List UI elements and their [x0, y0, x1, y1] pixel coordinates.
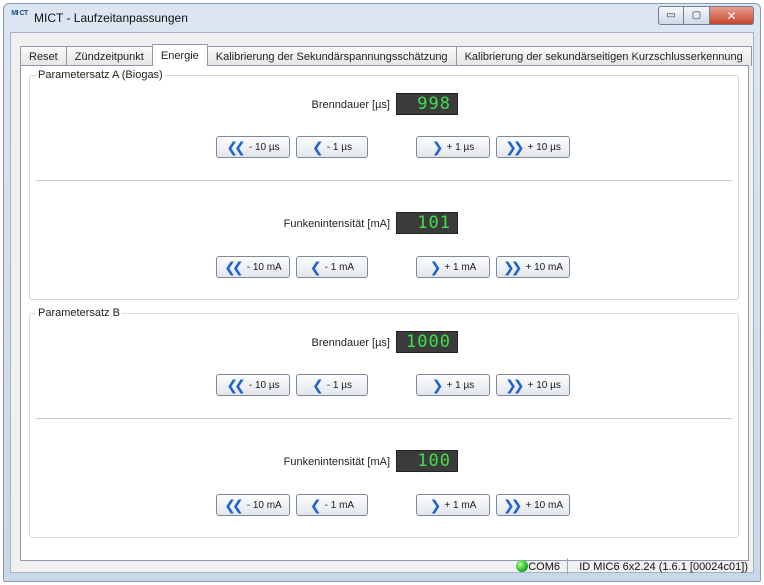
connection-status-icon	[516, 560, 528, 572]
group-b-separator	[36, 418, 732, 419]
button-label: + 10 µs	[527, 379, 561, 391]
group-a-title: Parametersatz A (Biogas)	[36, 69, 165, 81]
tab-kalibrierung-kurzschlusserkennung[interactable]: Kalibrierung der sekundärseitigen Kurzsc…	[455, 46, 752, 66]
chevron-right-icon: ❯	[429, 259, 442, 275]
chevron-left-icon: ❮	[312, 139, 324, 155]
button-label: + 10 mA	[525, 499, 563, 511]
button-label: - 1 mA	[324, 261, 355, 273]
button-label: + 10 mA	[525, 261, 563, 273]
group-parametersatz-a: Parametersatz A (Biogas) Brenndauer [µs]…	[29, 69, 739, 300]
funkenintensitaet-label-b: Funkenintensität [mA]	[283, 456, 390, 468]
chevron-right-icon: ❯	[431, 139, 444, 155]
group-b-title: Parametersatz B	[36, 307, 122, 319]
button-label: + 1 mA	[444, 499, 477, 511]
chevron-right-icon: ❯	[431, 377, 444, 393]
double-chevron-left-icon: ❮❮	[226, 377, 246, 393]
double-chevron-left-icon: ❮❮	[224, 497, 244, 513]
brenndauer-a-minus-1-button[interactable]: ❮ - 1 µs	[296, 136, 368, 158]
tab-reset[interactable]: Reset	[20, 46, 67, 66]
tab-panel-energie: Parametersatz A (Biogas) Brenndauer [µs]…	[20, 65, 749, 561]
button-label: - 10 µs	[248, 379, 280, 391]
maximize-button[interactable]: ▢	[684, 6, 710, 25]
chevron-left-icon: ❮	[312, 377, 324, 393]
minimize-button[interactable]: ▭	[658, 6, 684, 25]
minimize-icon: ▭	[666, 10, 676, 21]
brenndauer-label-b: Brenndauer [µs]	[311, 337, 391, 349]
brenndauer-a-minus-10-button[interactable]: ❮❮ - 10 µs	[216, 136, 290, 158]
tab-zuendzeitpunkt[interactable]: Zündzeitpunkt	[65, 46, 153, 66]
window-controls: ▭ ▢ ✕	[658, 6, 754, 25]
tab-bar: Reset Zündzeitpunkt Energie Kalibrierung…	[20, 44, 752, 66]
funkenintensitaet-label-a: Funkenintensität [mA]	[283, 218, 390, 230]
button-label: + 1 mA	[444, 261, 477, 273]
brenndauer-a-plus-1-button[interactable]: ❯ + 1 µs	[416, 136, 490, 158]
button-label: - 10 mA	[246, 499, 282, 511]
funkenintensitaet-display-b: 100	[396, 450, 458, 472]
button-label: - 1 µs	[326, 379, 352, 391]
brenndauer-display-a: 998	[396, 93, 458, 115]
tab-kalibrierung-sekundaerspannung[interactable]: Kalibrierung der Sekundärspannungsschätz…	[206, 46, 457, 66]
double-chevron-left-icon: ❮❮	[226, 139, 246, 155]
brenndauer-a-plus-10-button[interactable]: ❯❯ + 10 µs	[496, 136, 570, 158]
button-label: + 1 µs	[446, 141, 475, 153]
brenndauer-b-plus-1-button[interactable]: ❯ + 1 µs	[416, 374, 490, 396]
double-chevron-left-icon: ❮❮	[224, 259, 244, 275]
group-a-separator	[36, 180, 732, 181]
brenndauer-label-a: Brenndauer [µs]	[311, 99, 391, 111]
intensitaet-b-minus-10-button[interactable]: ❮❮ - 10 mA	[216, 494, 290, 516]
status-bar: COM6 ID MIC6 6x2.24 (1.6.1 [00024c01])	[10, 553, 754, 579]
double-chevron-right-icon: ❯❯	[503, 259, 523, 275]
brenndauer-b-minus-1-button[interactable]: ❮ - 1 µs	[296, 374, 368, 396]
close-button[interactable]: ✕	[710, 6, 754, 25]
group-parametersatz-b: Parametersatz B Brenndauer [µs] 1000 ❮❮ -…	[29, 307, 739, 538]
chevron-left-icon: ❮	[309, 497, 322, 513]
intensitaet-a-plus-10-button[interactable]: ❯❯ + 10 mA	[496, 256, 570, 278]
button-label: - 10 mA	[246, 261, 282, 273]
close-icon: ✕	[726, 8, 737, 23]
intensitaet-b-plus-1-button[interactable]: ❯ + 1 mA	[416, 494, 490, 516]
button-label: - 1 µs	[326, 141, 352, 153]
app-icon-text: MI CT	[11, 10, 28, 17]
button-label: + 1 µs	[446, 379, 475, 391]
status-divider	[567, 558, 568, 574]
intensitaet-a-plus-1-button[interactable]: ❯ + 1 mA	[416, 256, 490, 278]
chevron-right-icon: ❯	[429, 497, 442, 513]
button-label: - 10 µs	[248, 141, 280, 153]
tab-energie[interactable]: Energie	[151, 44, 208, 66]
brenndauer-display-b: 1000	[396, 331, 458, 353]
double-chevron-right-icon: ❯❯	[505, 377, 525, 393]
brenndauer-b-minus-10-button[interactable]: ❮❮ - 10 µs	[216, 374, 290, 396]
double-chevron-right-icon: ❯❯	[505, 139, 525, 155]
button-label: + 10 µs	[527, 141, 561, 153]
intensitaet-b-minus-1-button[interactable]: ❮ - 1 mA	[296, 494, 368, 516]
double-chevron-right-icon: ❯❯	[503, 497, 523, 513]
brenndauer-b-plus-10-button[interactable]: ❯❯ + 10 µs	[496, 374, 570, 396]
funkenintensitaet-display-a: 101	[396, 212, 458, 234]
chevron-left-icon: ❮	[309, 259, 322, 275]
window-title: MICT - Laufzeitanpassungen	[34, 11, 188, 25]
intensitaet-a-minus-1-button[interactable]: ❮ - 1 mA	[296, 256, 368, 278]
status-device-id: ID MIC6 6x2.24 (1.6.1 [00024c01])	[579, 561, 748, 573]
mict-app-icon: MI CT	[11, 10, 28, 27]
client-area: Reset Zündzeitpunkt Energie Kalibrierung…	[10, 32, 754, 573]
title-bar[interactable]: MI CT MICT - Laufzeitanpassungen ▭ ▢ ✕	[4, 4, 760, 32]
intensitaet-b-plus-10-button[interactable]: ❯❯ + 10 mA	[496, 494, 570, 516]
status-port: COM6	[528, 561, 560, 573]
maximize-icon: ▢	[691, 10, 702, 21]
app-window: MI CT MICT - Laufzeitanpassungen ▭ ▢ ✕ R…	[3, 3, 761, 582]
intensitaet-a-minus-10-button[interactable]: ❮❮ - 10 mA	[216, 256, 290, 278]
button-label: - 1 mA	[324, 499, 355, 511]
